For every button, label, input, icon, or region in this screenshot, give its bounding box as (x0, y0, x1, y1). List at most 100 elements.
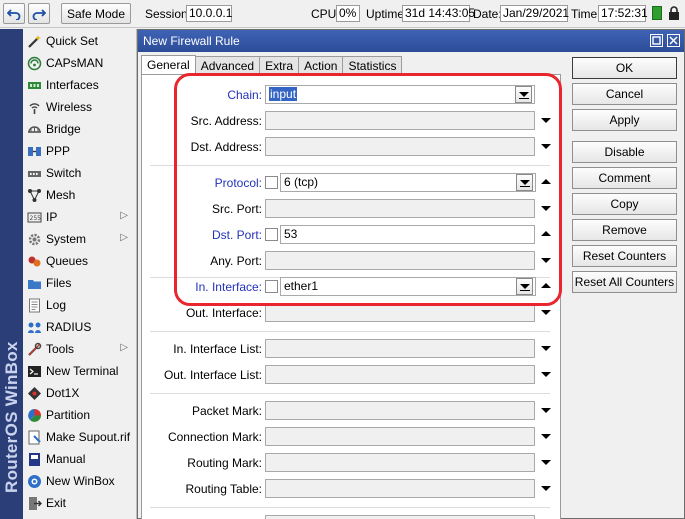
expand-down-icon[interactable] (541, 118, 551, 123)
sidebar-item-label: Files (46, 276, 72, 290)
dialog-titlebar[interactable]: New Firewall Rule (138, 30, 684, 52)
in-interface-list-select[interactable] (265, 339, 535, 358)
chain-select[interactable]: input (265, 85, 535, 104)
out-interface-select[interactable] (265, 303, 535, 322)
protocol-negate-checkbox[interactable] (265, 176, 278, 189)
cpu-value: 0% (336, 5, 360, 22)
sidebar-item-ppp[interactable]: PPP (23, 140, 136, 162)
sidebar-item-dot1x[interactable]: Dot1X (23, 382, 136, 404)
ip-icon: 255 (27, 212, 42, 222)
expand-down-icon[interactable] (541, 258, 551, 263)
tab-extra[interactable]: Extra (259, 56, 300, 75)
brand-text: RouterOS WinBox (2, 341, 21, 493)
sidebar-item-capsman[interactable]: CAPsMAN (23, 52, 136, 74)
protocol-select[interactable]: 6 (tcp) (280, 173, 536, 192)
sidebar-item-label: Manual (46, 452, 86, 466)
src-port-row: Src. Port: (142, 199, 560, 219)
reset-counters-button[interactable]: Reset Counters (572, 245, 677, 267)
sidebar-item-label: Dot1X (46, 386, 80, 400)
restore-window-button[interactable] (650, 34, 663, 47)
sidebar-item-exit[interactable]: Exit (23, 492, 136, 514)
sidebar-item-ip[interactable]: 255 IP ▷ (23, 206, 136, 228)
collapse-up-icon[interactable] (541, 179, 551, 184)
expand-down-icon[interactable] (541, 310, 551, 315)
connection-mark-select[interactable] (265, 427, 535, 446)
expand-down-icon[interactable] (541, 460, 551, 465)
sidebar-item-files[interactable]: Files (23, 272, 136, 294)
sidebar-item-interfaces[interactable]: Interfaces (23, 74, 136, 96)
comment-button[interactable]: Comment (572, 167, 677, 189)
expand-down-icon[interactable] (541, 486, 551, 491)
expand-down-icon[interactable] (541, 346, 551, 351)
sidebar-item-switch[interactable]: Switch (23, 162, 136, 184)
collapse-up-icon[interactable] (541, 231, 551, 236)
sidebar-item-label: New Terminal (46, 364, 119, 378)
tab-statistics[interactable]: Statistics (342, 56, 403, 75)
sidebar-item-wireless[interactable]: Wireless (23, 96, 136, 118)
sidebar-item-mesh[interactable]: Mesh (23, 184, 136, 206)
sidebar-item-quick-set[interactable]: Quick Set (23, 30, 136, 52)
routing-mark-label: Routing Mark: (187, 456, 262, 470)
sidebar-item-partition[interactable]: Partition (23, 404, 136, 426)
dst-port-row: Dst. Port: 53 (142, 225, 560, 245)
out-interface-list-select[interactable] (265, 365, 535, 384)
safe-mode-button[interactable]: Safe Mode (61, 3, 131, 24)
sidebar-item-system[interactable]: System ▷ (23, 228, 136, 250)
top-toolbar: Safe Mode Session: 10.0.0.1 CPU: 0% Upti… (0, 0, 685, 28)
tab-general[interactable]: General (141, 55, 196, 75)
sidebar-item-label: Interfaces (46, 78, 99, 92)
in-interface-row: In. Interface: ether1 (142, 277, 560, 297)
chain-row: Chain: input (142, 85, 560, 105)
sidebar-item-tools[interactable]: Tools ▷ (23, 338, 136, 360)
ok-button[interactable]: OK (572, 57, 677, 79)
disable-button[interactable]: Disable (572, 141, 677, 163)
expand-down-icon[interactable] (541, 206, 551, 211)
sidebar-item-bridge[interactable]: Bridge (23, 118, 136, 140)
src-address-input[interactable] (265, 111, 535, 130)
sidebar-item-label: Log (46, 298, 67, 312)
sidebar-item-label: Partition (46, 408, 91, 422)
sidebar-item-queues[interactable]: Queues (23, 250, 136, 272)
expand-down-icon[interactable] (541, 372, 551, 377)
expand-down-icon[interactable] (541, 408, 551, 413)
dst-address-input[interactable] (265, 137, 535, 156)
sidebar-item-make-supout[interactable]: Make Supout.rif (23, 426, 136, 448)
interfaces-icon (28, 81, 41, 89)
reset-all-counters-button[interactable]: Reset All Counters (572, 271, 677, 293)
expand-down-icon[interactable] (541, 434, 551, 439)
in-interface-dropdown-button[interactable] (516, 278, 533, 295)
sidebar-item-radius[interactable]: RADIUS (23, 316, 136, 338)
src-port-input[interactable] (265, 199, 535, 218)
sidebar-item-label: Queues (46, 254, 89, 268)
dst-port-negate-checkbox[interactable] (265, 228, 278, 241)
collapse-up-icon[interactable] (541, 283, 551, 288)
redo-button[interactable] (28, 3, 50, 24)
switch-icon (28, 170, 41, 177)
sidebar-item-manual[interactable]: Manual (23, 448, 136, 470)
dot1x-icon (28, 386, 41, 400)
sidebar-item-log[interactable]: Log (23, 294, 136, 316)
protocol-dropdown-button[interactable] (516, 174, 533, 191)
remove-button[interactable]: Remove (572, 219, 677, 241)
any-port-input[interactable] (265, 251, 535, 270)
packet-mark-select[interactable] (265, 401, 535, 420)
apply-button[interactable]: Apply (572, 109, 677, 131)
tab-action[interactable]: Action (298, 56, 344, 75)
tab-advanced[interactable]: Advanced (194, 56, 261, 75)
cancel-button[interactable]: Cancel (572, 83, 677, 105)
sidebar-item-new-winbox[interactable]: New WinBox (23, 470, 136, 492)
sidebar-item-new-terminal[interactable]: New Terminal (23, 360, 136, 382)
chain-dropdown-button[interactable] (515, 86, 532, 103)
general-panel: Chain: input Src. Address: Dst. Address:… (141, 74, 561, 519)
in-interface-select[interactable]: ether1 (280, 277, 536, 296)
close-window-button[interactable] (667, 34, 680, 47)
expand-down-icon[interactable] (541, 144, 551, 149)
routing-table-select[interactable] (265, 479, 535, 498)
terminal-icon (28, 365, 41, 377)
routing-mark-select[interactable] (265, 453, 535, 472)
dst-port-input[interactable]: 53 (280, 225, 535, 244)
partial-field[interactable] (265, 515, 535, 519)
copy-button[interactable]: Copy (572, 193, 677, 215)
undo-button[interactable] (3, 3, 25, 24)
in-interface-negate-checkbox[interactable] (265, 280, 278, 293)
